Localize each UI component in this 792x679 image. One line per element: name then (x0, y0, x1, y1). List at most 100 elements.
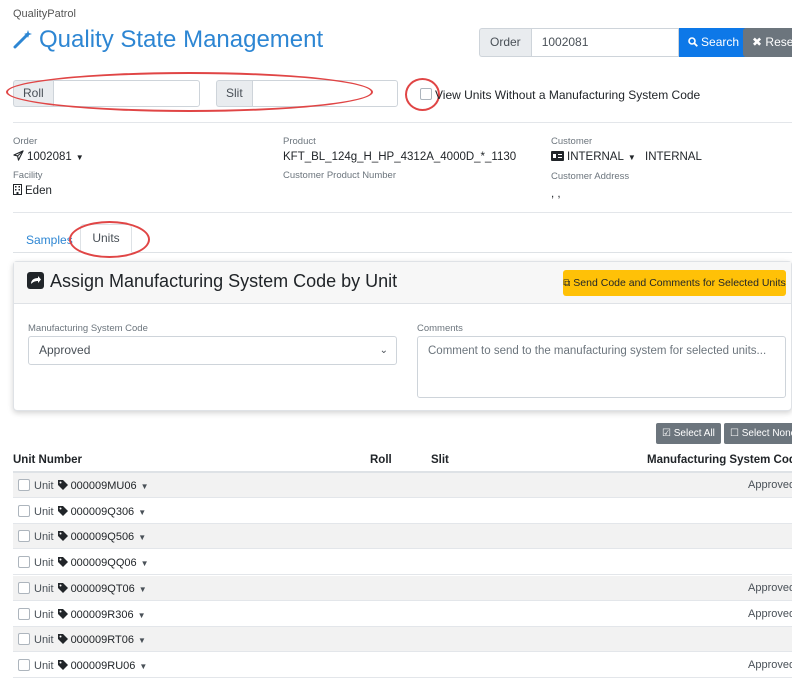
comments-label: Comments (417, 323, 463, 334)
close-icon: ✖ (752, 35, 763, 49)
order-detail-text: 1002081 (27, 151, 72, 163)
select-none-button[interactable]: ☐ Select None (724, 423, 792, 444)
chevron-down-icon: ▼ (138, 584, 147, 594)
card-title: Assign Manufacturing System Code by Unit (27, 271, 397, 292)
chevron-down-icon: ▼ (139, 661, 148, 671)
table-row[interactable]: Unit 000009Q306 ▼ (13, 499, 792, 524)
unit-number: 000009Q506 (70, 531, 135, 544)
card-title-text: Assign Manufacturing System Code by Unit (50, 271, 398, 291)
search-button[interactable]: Search (678, 28, 749, 57)
column-header-unit-number[interactable]: Unit Number (13, 454, 82, 466)
row-checkbox[interactable] (18, 530, 30, 543)
unit-cell[interactable]: Unit 000009Q506 ▼ (18, 530, 146, 543)
unit-prefix: Unit (34, 659, 54, 672)
unit-cell[interactable]: Unit 000009MU06 ▼ (18, 479, 149, 492)
table-row[interactable]: Unit 000009R306 ▼ Approved (13, 602, 792, 627)
customer-text: INTERNAL (567, 151, 624, 163)
view-without-code-label[interactable]: View Units Without a Manufacturing Syste… (435, 88, 700, 102)
customer-value[interactable]: INTERNAL ▼ (551, 151, 636, 163)
search-button-label: Search (701, 35, 740, 49)
unit-number: 000009QQ06 (70, 557, 137, 570)
msc-cell: Approved (748, 607, 792, 620)
chevron-down-icon: ▼ (75, 153, 84, 162)
unit-cell[interactable]: Unit 000009QQ06 ▼ (18, 556, 149, 569)
unit-prefix: Unit (34, 608, 54, 621)
view-without-code-checkbox[interactable] (420, 88, 432, 100)
copy-icon: ⧉ (563, 278, 571, 289)
table-row[interactable]: Unit 000009QT06 ▼ Approved (13, 575, 792, 601)
column-header-slit[interactable]: Slit (431, 454, 449, 466)
order-search-group: Order 1002081 Search (479, 28, 749, 57)
msc-selected-value: Approved (39, 343, 91, 357)
table-row[interactable]: Unit 000009Q506 ▼ (13, 524, 792, 550)
comments-placeholder: Comment to send to the manufacturing sys… (428, 345, 767, 357)
unit-number: 000009R306 (70, 608, 134, 621)
row-checkbox[interactable] (18, 479, 30, 491)
row-checkbox[interactable] (18, 556, 30, 569)
roll-filter: Roll (13, 80, 200, 107)
row-checkbox[interactable] (18, 658, 30, 671)
table-row[interactable]: Unit 000009RU06 ▼ Approved (13, 653, 792, 678)
row-checkbox[interactable] (18, 581, 30, 594)
chevron-down-icon: ▼ (137, 610, 146, 620)
divider (13, 122, 792, 123)
slit-label: Slit (216, 80, 252, 107)
chevron-down-icon: ▼ (627, 153, 636, 162)
comments-textarea[interactable]: Comment to send to the manufacturing sys… (417, 336, 786, 398)
magic-wand-icon (13, 30, 32, 49)
tag-icon (57, 531, 68, 542)
table-row[interactable]: Unit 000009QQ06 ▼ (13, 550, 792, 576)
row-checkbox[interactable] (18, 607, 30, 620)
tab-samples[interactable]: Samples (26, 233, 73, 247)
paper-plane-icon (13, 150, 24, 161)
table-row[interactable]: Unit 000009MU06 ▼ Approved (13, 473, 792, 498)
msc-select[interactable]: Approved ⌄ (28, 336, 397, 365)
row-checkbox[interactable] (18, 633, 30, 646)
order-detail-value[interactable]: 1002081 ▼ (13, 150, 84, 163)
unit-cell[interactable]: Unit 000009RU06 ▼ (18, 658, 148, 672)
msc-cell: Approved (748, 581, 792, 594)
tag-icon (57, 659, 68, 670)
unit-number: 000009RT06 (70, 634, 134, 647)
customer-name: INTERNAL (645, 151, 702, 163)
tag-icon (57, 582, 68, 593)
unit-prefix: Unit (34, 480, 54, 492)
share-square-icon (27, 272, 44, 289)
select-none-label: Select None (741, 428, 792, 439)
tag-icon (57, 634, 68, 645)
customer-product-number-label: Customer Product Number (283, 170, 396, 181)
tag-icon (57, 480, 68, 490)
send-code-button[interactable]: ⧉ Send Code and Comments for Selected Un… (563, 270, 786, 296)
unit-cell[interactable]: Unit 000009RT06 ▼ (18, 633, 146, 646)
chevron-down-icon: ⌄ (379, 345, 388, 356)
square-icon: ☐ (730, 428, 739, 439)
unit-cell[interactable]: Unit 000009QT06 ▼ (18, 581, 147, 595)
customer-address-label: Customer Address (551, 171, 630, 182)
msc-cell: Approved (748, 658, 792, 671)
tab-units[interactable]: Units (80, 224, 132, 253)
unit-cell[interactable]: Unit 000009Q306 ▼ (18, 504, 147, 518)
card-header: Assign Manufacturing System Code by Unit… (14, 262, 791, 304)
slit-input[interactable] (251, 80, 398, 107)
tag-icon (57, 505, 68, 516)
column-header-manufacturing-system-code[interactable]: Manufacturing System Code (647, 454, 792, 466)
app-brand: QualityPatrol (13, 8, 76, 20)
search-icon (687, 37, 698, 47)
unit-cell[interactable]: Unit 000009R306 ▼ (18, 607, 146, 621)
column-header-roll[interactable]: Roll (370, 454, 392, 466)
row-checkbox[interactable] (18, 504, 30, 517)
customer-label: Customer (551, 136, 593, 147)
unit-prefix: Unit (34, 582, 54, 595)
chevron-down-icon: ▼ (138, 507, 147, 517)
msc-cell: Approved (748, 479, 792, 491)
unit-number: 000009RU06 (70, 659, 136, 672)
reset-button[interactable]: ✖ Reset (743, 28, 792, 57)
roll-input[interactable] (52, 80, 200, 107)
divider (13, 212, 792, 213)
order-input[interactable]: 1002081 (530, 28, 679, 57)
unit-prefix: Unit (34, 634, 54, 647)
table-row[interactable]: Unit 000009RT06 ▼ (13, 627, 792, 653)
product-label: Product (283, 136, 316, 147)
select-all-button[interactable]: ☑ Select All (656, 423, 721, 444)
check-square-icon: ☑ (662, 428, 671, 439)
